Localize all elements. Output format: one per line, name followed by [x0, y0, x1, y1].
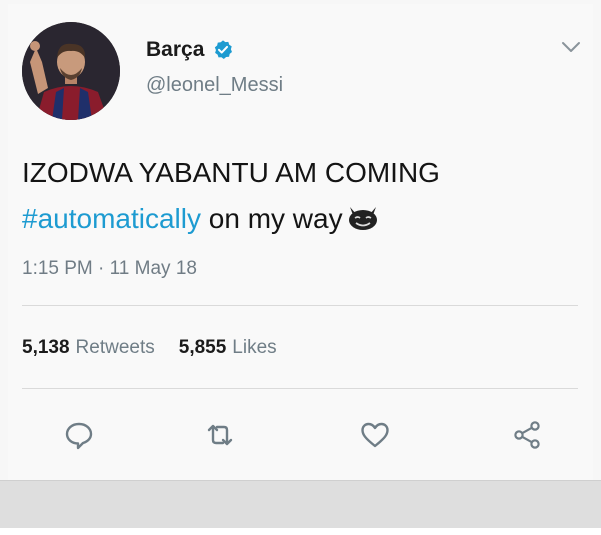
- retweets-stat[interactable]: 5,138 Retweets: [22, 337, 155, 359]
- divider-top: [22, 305, 578, 306]
- retweet-icon: [207, 424, 233, 446]
- tweet-text: IZODWA YABANTU AM COMING #automatically …: [22, 150, 582, 242]
- hashtag-link[interactable]: #automatically: [22, 203, 201, 234]
- tweet-line-2: #automatically on my way: [22, 196, 582, 242]
- author-name-row[interactable]: Barça: [146, 38, 234, 62]
- likes-stat[interactable]: 5,855 Likes: [179, 337, 277, 359]
- tweet-line-1: IZODWA YABANTU AM COMING: [22, 157, 440, 188]
- share-icon: [514, 421, 540, 449]
- divider-bottom: [22, 388, 578, 389]
- likes-count: 5,855: [178, 337, 227, 358]
- like-icon: [361, 422, 389, 448]
- tweet-stats: 5,138 Retweets 5,855 Likes: [22, 337, 277, 359]
- reply-button[interactable]: [62, 418, 96, 452]
- author-handle[interactable]: @leonel_Messi: [146, 74, 283, 97]
- retweet-button[interactable]: [203, 418, 237, 452]
- screenshot-frame: Barça @leonel_Messi IZODWA YABANTU AM CO…: [0, 0, 601, 535]
- reply-icon: [65, 422, 93, 450]
- avatar-photo: [22, 22, 120, 120]
- retweets-label: Retweets: [75, 337, 155, 358]
- devil-face-icon: [348, 207, 377, 230]
- share-button[interactable]: [510, 418, 544, 452]
- author-name[interactable]: Barça: [146, 38, 204, 62]
- likes-label: Likes: [232, 337, 277, 358]
- tweet-timestamp: 1:15 PM · 11 May 18: [22, 258, 197, 279]
- avatar[interactable]: [22, 22, 120, 120]
- bottom-strip: [0, 528, 601, 535]
- verified-badge-icon: [215, 40, 233, 59]
- tweet-line-2-text: on my way: [200, 203, 343, 234]
- retweets-count: 5,138: [22, 337, 70, 358]
- bottom-reply-bar: [0, 480, 601, 529]
- like-button[interactable]: [358, 418, 392, 452]
- chevron-down-icon[interactable]: [561, 40, 581, 54]
